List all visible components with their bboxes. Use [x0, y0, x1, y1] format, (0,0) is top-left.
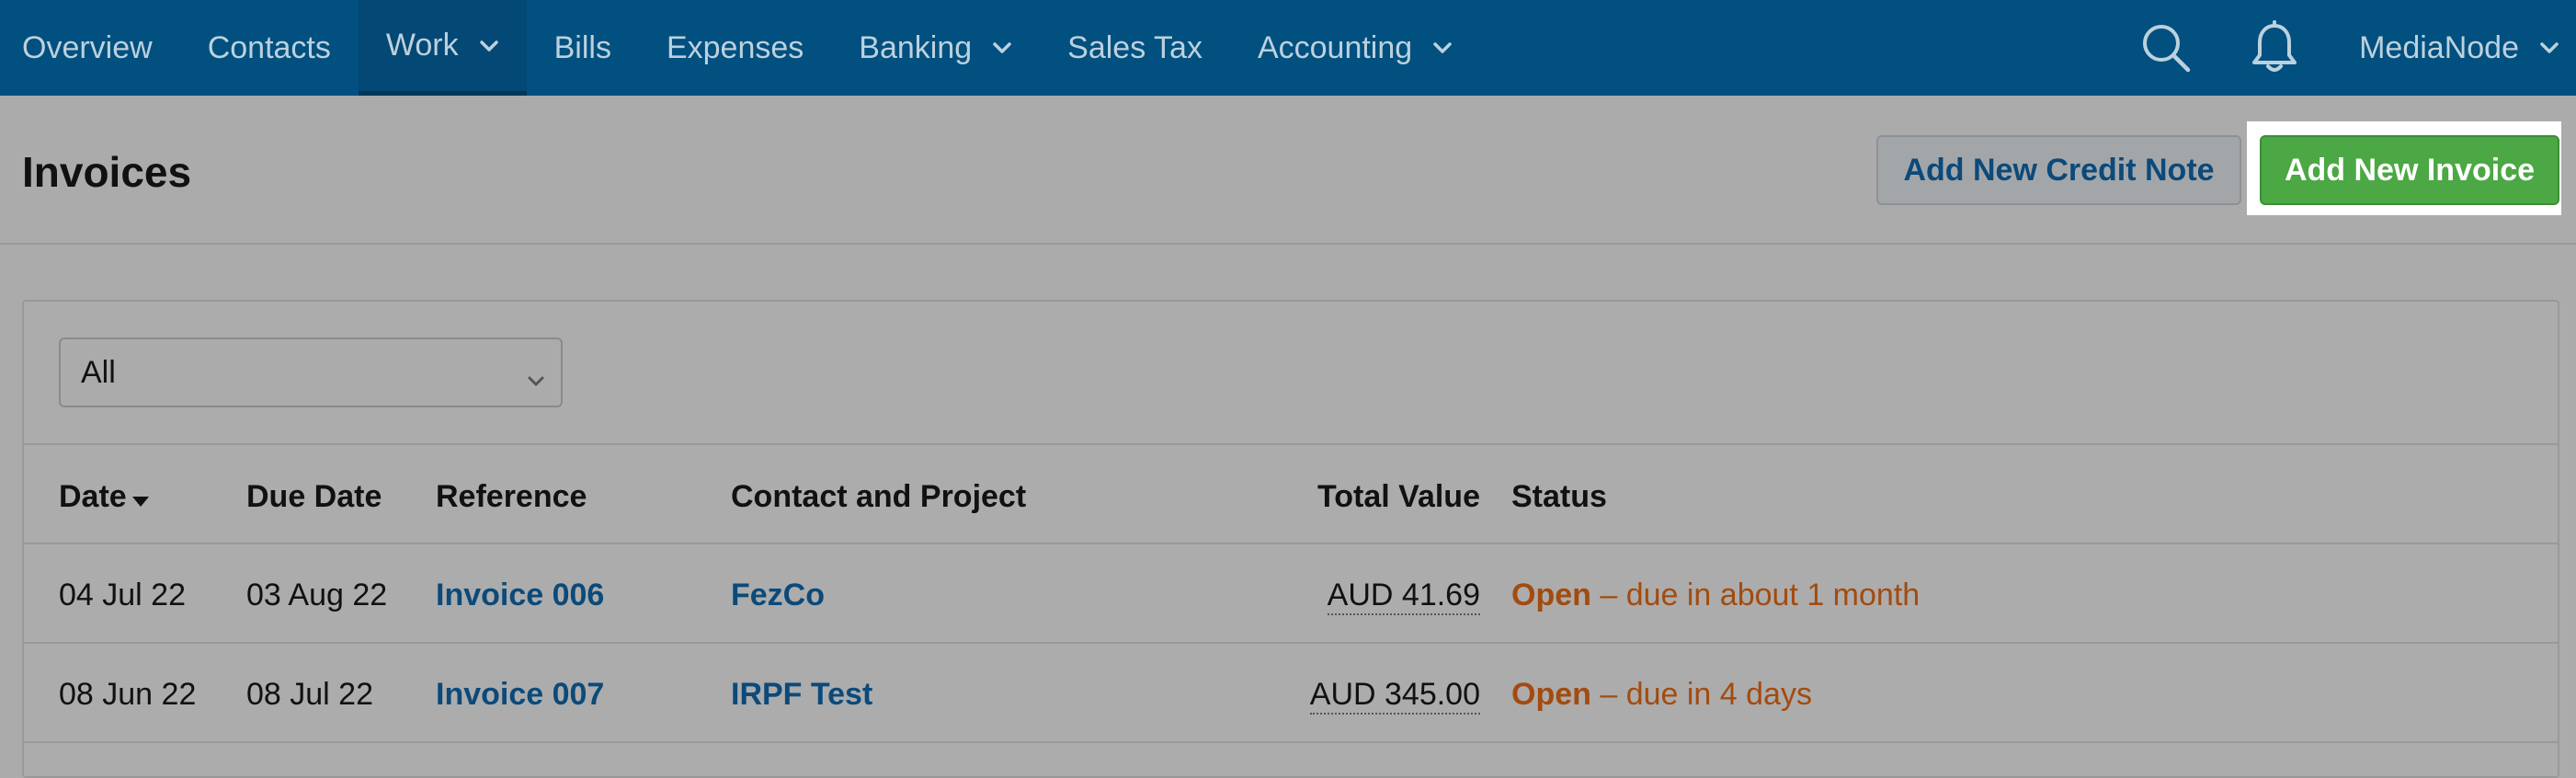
- column-contact[interactable]: Contact and Project: [731, 479, 1026, 515]
- nav-right-area: MediaNode: [2138, 0, 2576, 96]
- invoices-panel: All Date Due Date Reference Contact and …: [22, 300, 2559, 778]
- table-row[interactable]: 08 Jun 22 08 Jul 22 Invoice 007 IRPF Tes…: [24, 646, 2558, 743]
- contact-link[interactable]: IRPF Test: [731, 677, 872, 713]
- nav-item-banking[interactable]: Banking: [831, 0, 1040, 96]
- chevron-down-icon: [992, 38, 1012, 58]
- add-invoice-button[interactable]: Add New Invoice: [2260, 135, 2559, 205]
- cell-total-value: AUD 345.00: [1309, 677, 1480, 715]
- user-name: MediaNode: [2359, 29, 2519, 65]
- invoice-reference-link[interactable]: Invoice 006: [436, 578, 604, 613]
- nav-item-label: Overview: [22, 29, 153, 65]
- nav-item-sales-tax[interactable]: Sales Tax: [1040, 0, 1230, 96]
- contact-link[interactable]: FezCo: [731, 578, 825, 613]
- nav-item-label: Contacts: [207, 29, 331, 65]
- nav-item-label: Work: [385, 28, 459, 63]
- status-detail: – due in 4 days: [1590, 677, 1812, 712]
- total-amount: AUD 41.69: [1327, 578, 1480, 615]
- chevron-down-icon: [1432, 38, 1453, 58]
- top-navigation: Overview Contacts Work Bills Expenses Ba…: [0, 0, 2576, 96]
- chevron-down-icon: [526, 363, 546, 399]
- nav-item-label: Accounting: [1257, 29, 1413, 65]
- nav-item-overview[interactable]: Overview: [0, 0, 180, 96]
- cell-total-value: AUD 41.69: [1327, 578, 1480, 615]
- column-reference[interactable]: Reference: [436, 479, 587, 515]
- column-date-label: Date: [59, 479, 127, 514]
- sort-down-icon: [131, 481, 151, 517]
- nav-item-expenses[interactable]: Expenses: [639, 0, 831, 96]
- nav-item-bills[interactable]: Bills: [527, 0, 639, 96]
- cell-date: 04 Jul 22: [59, 578, 186, 612]
- invoice-reference-link[interactable]: Invoice 007: [436, 677, 604, 713]
- chevron-down-icon: [479, 36, 499, 56]
- nav-item-work[interactable]: Work: [358, 0, 527, 96]
- total-amount: AUD 345.00: [1309, 677, 1480, 715]
- column-status[interactable]: Status: [1511, 479, 1607, 515]
- cell-date: 08 Jun 22: [59, 677, 197, 712]
- status-detail: – due in about 1 month: [1590, 578, 1921, 612]
- status-label: Open: [1511, 677, 1591, 712]
- page-header: Invoices Add New Credit Note: [0, 96, 2576, 245]
- nav-item-accounting[interactable]: Accounting: [1230, 0, 1480, 96]
- status-filter-value: All: [81, 354, 116, 390]
- user-menu[interactable]: MediaNode: [2359, 30, 2559, 66]
- nav-item-label: Bills: [553, 29, 611, 65]
- column-total-value[interactable]: Total Value: [1317, 479, 1480, 515]
- nav-item-label: Banking: [859, 29, 973, 65]
- status-label: Open: [1511, 578, 1591, 612]
- add-credit-note-button[interactable]: Add New Credit Note: [1876, 135, 2241, 205]
- table-row[interactable]: 04 Jul 22 03 Aug 22 Invoice 006 FezCo AU…: [24, 546, 2558, 644]
- search-icon[interactable]: [2138, 20, 2194, 75]
- nav-item-contacts[interactable]: Contacts: [180, 0, 359, 96]
- status-filter-select[interactable]: All: [59, 338, 563, 407]
- chevron-down-icon: [2539, 38, 2559, 58]
- bell-icon[interactable]: [2247, 20, 2302, 75]
- nav-item-label: Sales Tax: [1067, 29, 1203, 65]
- cell-due-date: 03 Aug 22: [246, 578, 388, 612]
- column-date[interactable]: Date: [59, 479, 151, 517]
- cell-due-date: 08 Jul 22: [246, 677, 373, 712]
- column-due-date[interactable]: Due Date: [246, 479, 382, 515]
- page-title: Invoices: [22, 148, 192, 196]
- filter-area: All: [24, 302, 2558, 445]
- nav-item-label: Expenses: [666, 29, 804, 65]
- table-header: Date Due Date Reference Contact and Proj…: [24, 447, 2558, 544]
- status-text: Open – due in about 1 month: [1511, 578, 1920, 613]
- status-text: Open – due in 4 days: [1511, 677, 1812, 713]
